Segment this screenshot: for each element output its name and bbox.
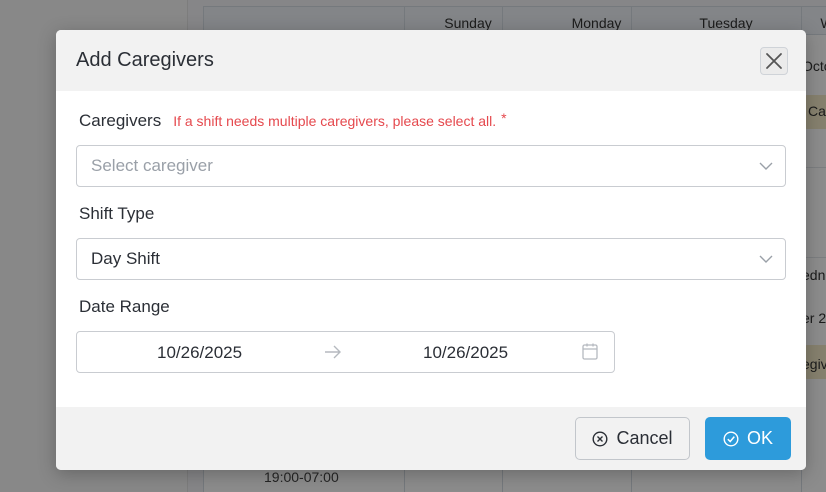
chevron-down-icon xyxy=(759,255,773,263)
date-range-picker[interactable]: 10/26/2025 10/26/2025 xyxy=(76,331,615,373)
dialog-title: Add Caregivers xyxy=(76,49,214,71)
dialog-header: Add Caregivers xyxy=(56,30,806,91)
date-range-label-row: Date Range xyxy=(79,297,786,317)
ok-button[interactable]: OK xyxy=(705,417,791,460)
add-caregivers-dialog: Add Caregivers Caregivers If a shift nee… xyxy=(56,30,806,470)
shift-type-label-row: Shift Type xyxy=(79,204,786,224)
calendar-icon xyxy=(582,343,598,360)
start-date-input[interactable]: 10/26/2025 xyxy=(157,343,242,363)
dialog-footer: Cancel OK xyxy=(56,407,806,470)
caregivers-hint: If a shift needs multiple caregivers, pl… xyxy=(173,113,497,129)
shift-type-label: Shift Type xyxy=(79,204,155,223)
cancel-button[interactable]: Cancel xyxy=(575,417,690,460)
caregivers-label: Caregivers xyxy=(79,111,162,130)
cancel-circle-icon xyxy=(592,430,608,447)
cancel-label: Cancel xyxy=(616,428,673,448)
close-icon xyxy=(766,52,782,69)
caregivers-label-row: Caregivers If a shift needs multiple car… xyxy=(79,110,786,131)
close-button[interactable] xyxy=(760,46,788,75)
arrow-right-icon xyxy=(325,345,341,359)
end-date-input[interactable]: 10/26/2025 xyxy=(423,343,508,363)
date-range-label: Date Range xyxy=(79,297,170,316)
ok-label: OK xyxy=(746,428,773,448)
shift-type-select[interactable]: Day Shift xyxy=(76,238,786,280)
caregiver-select-placeholder: Select caregiver xyxy=(91,156,213,175)
chevron-down-icon xyxy=(759,162,773,170)
check-circle-icon xyxy=(723,430,739,447)
required-mark: * xyxy=(501,110,507,126)
shift-type-value: Day Shift xyxy=(91,249,160,268)
dialog-body: Caregivers If a shift needs multiple car… xyxy=(56,91,806,373)
caregiver-select[interactable]: Select caregiver xyxy=(76,145,786,187)
